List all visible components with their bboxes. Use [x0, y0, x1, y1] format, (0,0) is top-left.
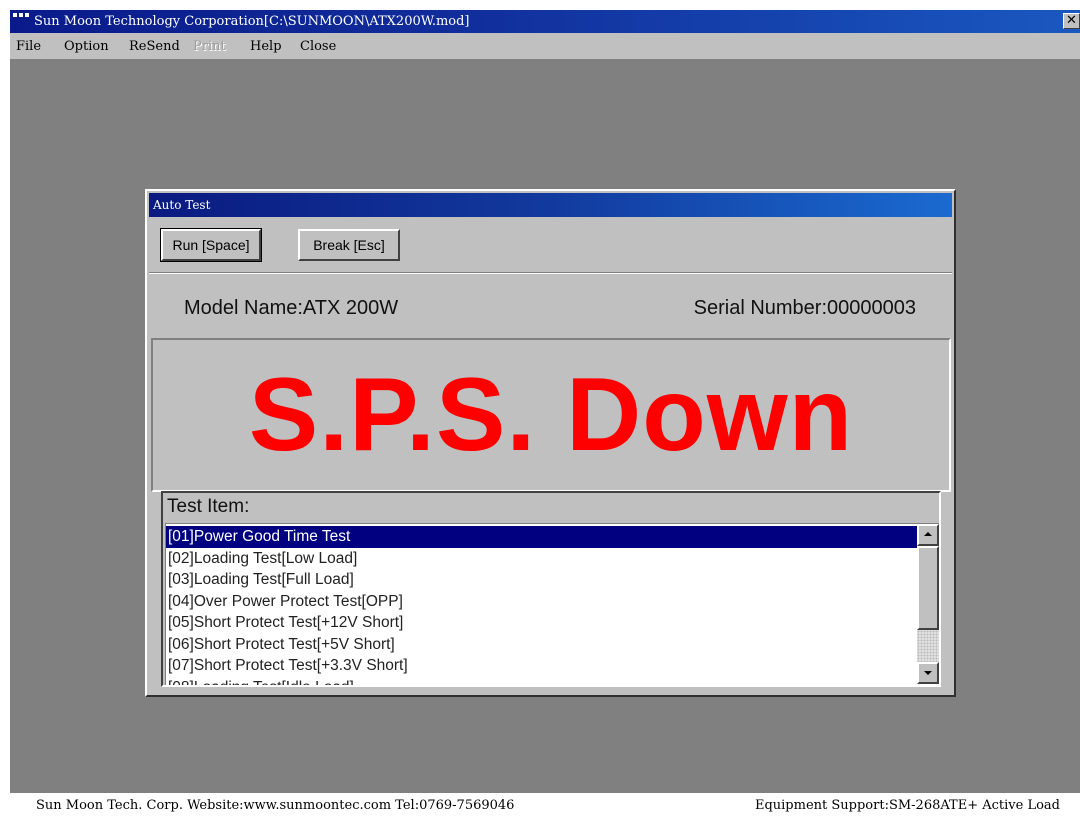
test-item-panel: Test Item: [01]Power Good Time Test [02]…	[161, 491, 941, 687]
list-item[interactable]: [07]Short Protect Test[+3.3V Short]	[166, 655, 918, 677]
app-icon	[13, 13, 30, 27]
scrollbar-thumb[interactable]	[917, 546, 939, 630]
status-equipment-support: Equipment Support:SM-268ATE+ Active Load	[754, 798, 1060, 813]
list-item[interactable]: [01]Power Good Time Test	[166, 526, 918, 548]
model-name-label: Model Name:ATX 200W	[184, 297, 399, 319]
list-item[interactable]: [08]Loading Test[Idle Load]	[166, 677, 918, 686]
arrow-up-icon	[924, 532, 932, 536]
serial-number-label: Serial Number:00000003	[693, 297, 916, 319]
scroll-down-button[interactable]	[917, 662, 939, 684]
menu-resend[interactable]: ReSend	[129, 33, 180, 61]
status-company-info: Sun Moon Tech. Corp. Website:www.sunmoon…	[36, 798, 515, 813]
list-item[interactable]: [05]Short Protect Test[+12V Short]	[166, 612, 918, 634]
list-item[interactable]: [03]Loading Test[Full Load]	[166, 569, 918, 591]
dialog-separator	[149, 272, 952, 274]
menu-file[interactable]: File	[16, 33, 41, 61]
dialog-title: Auto Test	[149, 193, 952, 217]
list-scrollbar[interactable]	[917, 524, 939, 684]
test-item-rows: [01]Power Good Time Test [02]Loading Tes…	[166, 526, 918, 685]
run-button[interactable]: Run [Space]	[160, 228, 262, 262]
list-item[interactable]: [06]Short Protect Test[+5V Short]	[166, 634, 918, 656]
list-item[interactable]: [04]Over Power Protect Test[OPP]	[166, 591, 918, 613]
scrollbar-track[interactable]	[917, 630, 939, 662]
menu-option[interactable]: Option	[64, 33, 109, 61]
test-status-display: S.P.S. Down	[151, 338, 951, 492]
close-icon[interactable]: ✕	[1063, 13, 1080, 29]
scroll-up-button[interactable]	[917, 524, 939, 546]
menu-help[interactable]: Help	[250, 33, 282, 61]
arrow-down-icon	[924, 671, 932, 675]
status-bar: Sun Moon Tech. Corp. Website:www.sunmoon…	[10, 793, 1080, 816]
menu-print: Print	[193, 39, 226, 54]
window-title: Sun Moon Technology Corporation[C:\SUNMO…	[34, 14, 470, 29]
menu-bar: File Option ReSend Print Help Close	[10, 33, 1080, 61]
test-item-header: Test Item:	[167, 496, 250, 517]
test-item-list[interactable]: [01]Power Good Time Test [02]Loading Tes…	[165, 523, 939, 685]
window-title-bar: Sun Moon Technology Corporation[C:\SUNMO…	[10, 10, 1080, 33]
list-item[interactable]: [02]Loading Test[Low Load]	[166, 548, 918, 570]
menu-close[interactable]: Close	[300, 33, 336, 61]
break-button[interactable]: Break [Esc]	[298, 229, 400, 261]
auto-test-dialog: Auto Test Run [Space] Break [Esc] Model …	[145, 189, 956, 697]
